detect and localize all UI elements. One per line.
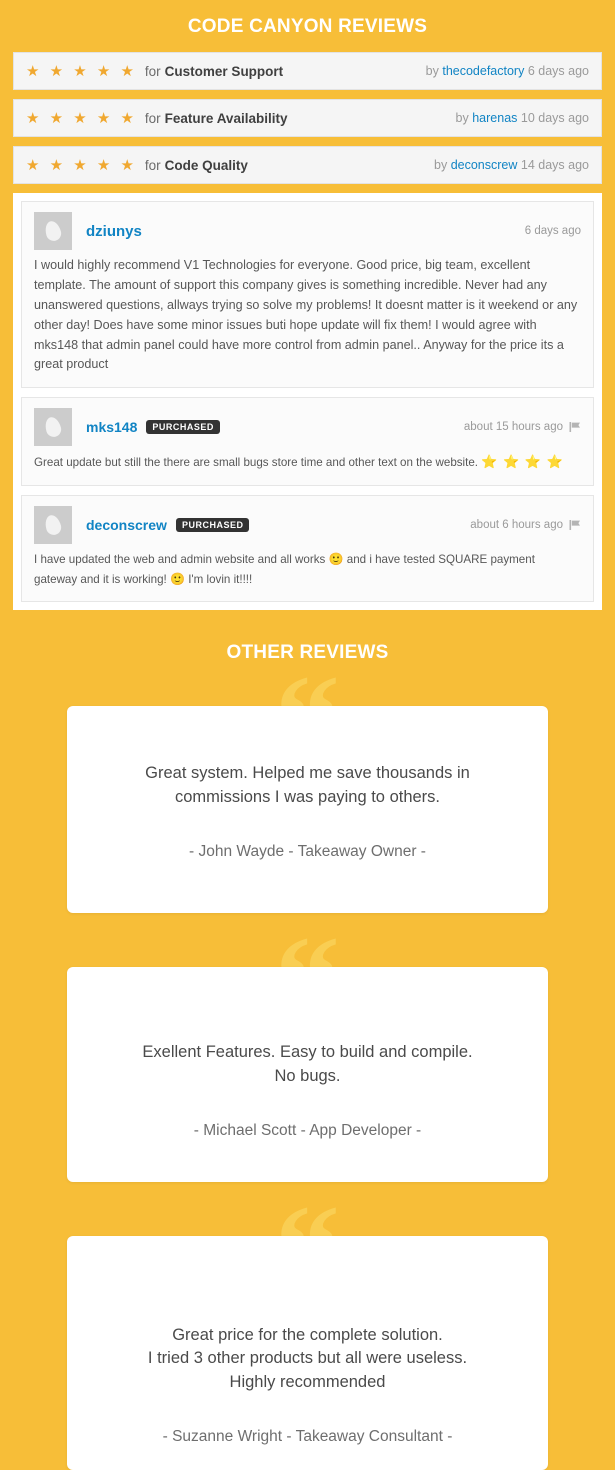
testimonial-author: - Michael Scott - App Developer - <box>193 1121 422 1139</box>
rating-left: ★ ★ ★ ★ ★ for Customer Support <box>26 62 426 80</box>
purchased-badge: PURCHASED <box>175 518 250 533</box>
review-header: mks148 PURCHASED about 15 hours ago <box>34 408 581 447</box>
smiley-icon: 🙂 <box>328 552 344 567</box>
rating-attribution: by harenas 10 days ago <box>456 111 589 125</box>
rating-username-link[interactable]: harenas <box>472 111 517 125</box>
rating-category: Customer Support <box>164 63 284 79</box>
user-placeholder-icon <box>43 415 63 440</box>
star-rating-icon: ★ ★ ★ ★ ★ <box>26 157 137 174</box>
review-text: I would highly recommend V1 Technologies… <box>34 258 578 372</box>
rating-for-label: for <box>144 157 161 173</box>
user-placeholder-icon <box>43 219 63 243</box>
rating-row: ★ ★ ★ ★ ★ for Code Quality by deconscrew… <box>13 146 602 184</box>
review-text: I have updated the web and admin website… <box>34 550 581 589</box>
rating-for-label: for <box>144 63 161 79</box>
review-text-main: Great update but still the there are sma… <box>34 456 479 470</box>
rating-category: Feature Availability <box>164 110 288 126</box>
avatar <box>34 506 72 545</box>
avatar <box>34 408 72 447</box>
testimonial-body: Great system. Helped me save thousands i… <box>67 706 548 914</box>
review-timestamp: about 6 hours ago <box>470 519 563 532</box>
by-label: by <box>434 158 448 172</box>
review-item: dziunys 6 days ago I would highly recomm… <box>21 201 594 389</box>
user-placeholder-icon <box>43 513 63 537</box>
testimonial-card: “ Exellent Features. Easy to build and c… <box>67 917 548 1182</box>
avatar <box>34 212 72 250</box>
review-text-part3: I'm lovin it!!!! <box>188 572 253 586</box>
by-label: by <box>425 64 439 78</box>
rating-timestamp: 10 days ago <box>520 111 589 125</box>
review-username-link[interactable]: deconscrew <box>86 517 167 533</box>
review-item: mks148 PURCHASED about 15 hours ago Grea… <box>21 397 594 487</box>
testimonial-body: Great price for the complete solution. I… <box>67 1235 548 1470</box>
rating-username-link[interactable]: deconscrew <box>451 158 518 172</box>
rating-attribution: by thecodefactory 6 days ago <box>426 64 589 78</box>
rating-username-link[interactable]: thecodefactory <box>442 64 524 78</box>
star-rating-icon: ★ ★ ★ ★ ★ <box>26 110 137 127</box>
reviews-page: CODE CANYON REVIEWS ★ ★ ★ ★ ★ for Custom… <box>0 0 615 1470</box>
testimonial-body: Exellent Features. Easy to build and com… <box>67 967 548 1182</box>
testimonial-author: - Suzanne Wright - Takeaway Consultant - <box>162 1428 453 1446</box>
testimonial-quote: Great price for the complete solution. I… <box>147 1325 468 1391</box>
review-meta: about 6 hours ago <box>470 519 581 531</box>
review-header: deconscrew PURCHASED about 6 hours ago <box>34 506 581 545</box>
rating-category: Code Quality <box>164 157 248 173</box>
rating-timestamp: 6 days ago <box>527 64 589 78</box>
review-item: deconscrew PURCHASED about 6 hours ago I… <box>21 495 594 603</box>
rating-attribution: by deconscrew 14 days ago <box>434 158 589 172</box>
page-title: CODE CANYON REVIEWS <box>187 16 428 37</box>
testimonial-author: - John Wayde - Takeaway Owner - <box>189 843 426 861</box>
review-meta: about 15 hours ago <box>464 421 581 433</box>
star-rating-icon: ★ ★ ★ ★ ★ <box>26 63 137 80</box>
review-panel: dziunys 6 days ago I would highly recomm… <box>13 193 602 611</box>
purchased-badge: PURCHASED <box>146 420 220 435</box>
flag-icon[interactable] <box>569 519 581 531</box>
rating-row: ★ ★ ★ ★ ★ for Feature Availability by ha… <box>13 99 602 137</box>
rating-timestamp: 14 days ago <box>520 158 589 172</box>
smiley-icon: 🙂 <box>170 571 185 586</box>
rating-for-label: for <box>144 110 161 126</box>
review-timestamp: about 15 hours ago <box>463 421 563 434</box>
by-label: by <box>455 111 469 125</box>
testimonial-card: “ Great system. Helped me save thousands… <box>67 656 548 914</box>
rating-left: ★ ★ ★ ★ ★ for Code Quality <box>26 156 434 174</box>
testimonial-quote: Great system. Helped me save thousands i… <box>145 764 470 806</box>
review-text-part1: I have updated the web and admin website… <box>34 553 326 567</box>
review-header: dziunys 6 days ago <box>34 212 581 250</box>
review-timestamp: 6 days ago <box>524 225 581 237</box>
testimonial-quote: Exellent Features. Easy to build and com… <box>142 1043 473 1085</box>
testimonial-card: “ Great price for the complete solution.… <box>67 1186 548 1470</box>
flag-icon[interactable] <box>569 421 581 433</box>
review-meta: 6 days ago <box>525 225 581 237</box>
review-username-link[interactable]: mks148 <box>86 419 137 435</box>
inline-star-icons: ⭐ ⭐ ⭐ ⭐ <box>481 454 564 470</box>
rating-row: ★ ★ ★ ★ ★ for Customer Support by thecod… <box>13 52 602 90</box>
review-text: Great update but still the there are sma… <box>34 452 581 473</box>
rating-left: ★ ★ ★ ★ ★ for Feature Availability <box>26 109 456 127</box>
review-username-link[interactable]: dziunys <box>86 223 142 240</box>
